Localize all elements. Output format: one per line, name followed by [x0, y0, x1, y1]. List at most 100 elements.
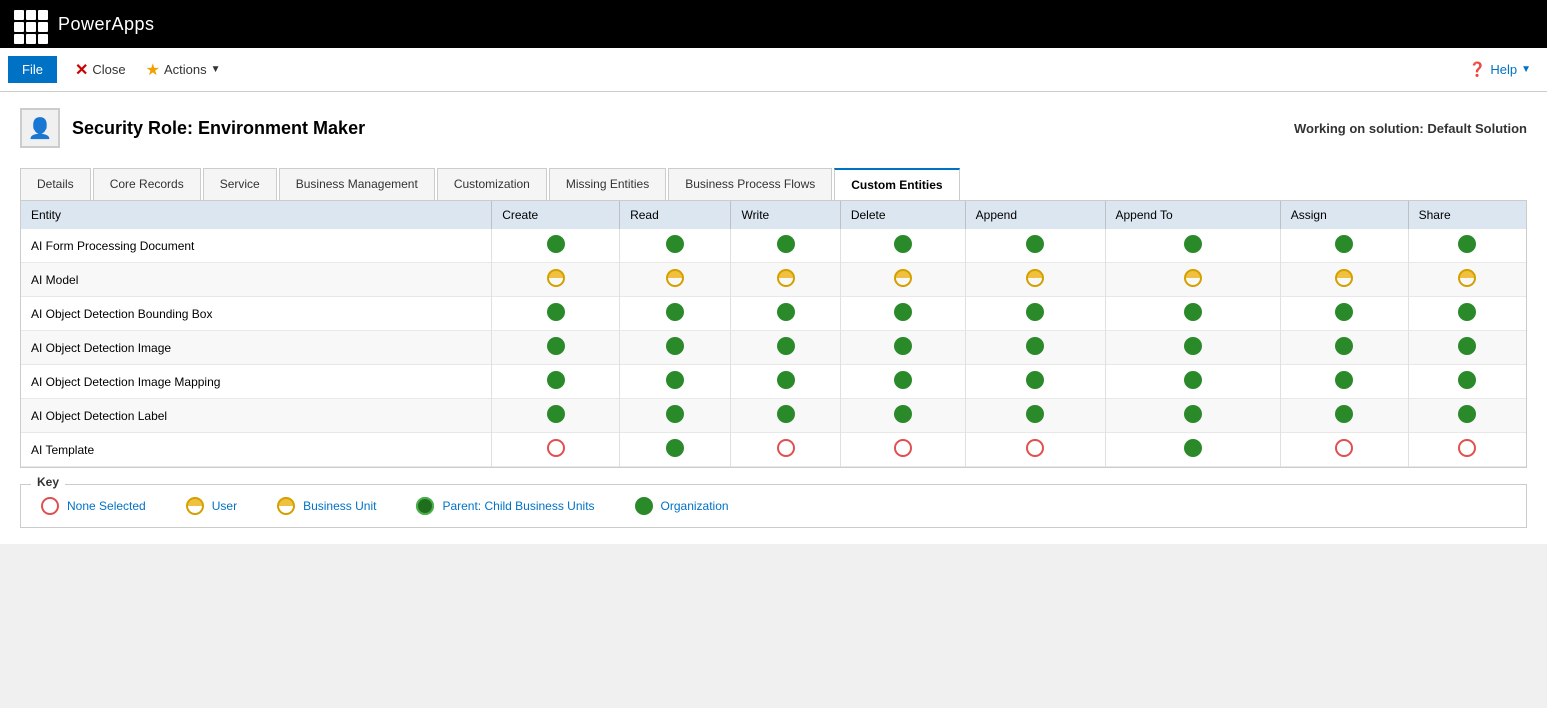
perm-cell[interactable] [1408, 365, 1526, 399]
perm-cell[interactable] [731, 399, 840, 433]
perm-cell[interactable] [731, 433, 840, 467]
perm-cell[interactable] [840, 331, 965, 365]
user-perm-icon [1184, 269, 1202, 287]
org-perm-icon [666, 235, 684, 253]
tab-business-management[interactable]: Business Management [279, 168, 435, 200]
org-perm-icon [1184, 303, 1202, 321]
perm-cell[interactable] [1280, 297, 1408, 331]
perm-cell[interactable] [620, 331, 731, 365]
perm-cell[interactable] [620, 297, 731, 331]
entity-name: AI Object Detection Label [21, 399, 492, 433]
tab-missing-entities[interactable]: Missing Entities [549, 168, 666, 200]
actions-star-icon: ★ [146, 60, 160, 80]
perm-cell[interactable] [840, 399, 965, 433]
perm-cell[interactable] [731, 365, 840, 399]
perm-cell[interactable] [492, 433, 620, 467]
perm-cell[interactable] [731, 331, 840, 365]
perm-cell[interactable] [1105, 331, 1280, 365]
none-selected-icon [894, 439, 912, 457]
perm-cell[interactable] [620, 229, 731, 263]
perm-cell[interactable] [1105, 433, 1280, 467]
perm-cell[interactable] [1105, 365, 1280, 399]
perm-cell[interactable] [620, 263, 731, 297]
user-perm-icon [1335, 269, 1353, 287]
help-button[interactable]: ❓ Help ▼ [1461, 57, 1539, 82]
org-perm-icon [1026, 371, 1044, 389]
perm-cell[interactable] [840, 263, 965, 297]
perm-cell[interactable] [731, 263, 840, 297]
perm-cell[interactable] [1408, 297, 1526, 331]
tab-customization[interactable]: Customization [437, 168, 547, 200]
perm-cell[interactable] [1105, 229, 1280, 263]
top-bar: PowerApps [0, 0, 1547, 48]
perm-cell[interactable] [840, 365, 965, 399]
perm-cell[interactable] [840, 433, 965, 467]
org-perm-icon [894, 235, 912, 253]
user-perm-icon [186, 497, 204, 515]
perm-cell[interactable] [1408, 331, 1526, 365]
key-org: Organization [635, 497, 729, 515]
table-row: AI Form Processing Document [21, 229, 1526, 263]
perm-cell[interactable] [965, 297, 1105, 331]
entity-name: AI Model [21, 263, 492, 297]
table-header-row: Entity Create Read Write Delete Append A… [21, 201, 1526, 229]
perm-cell[interactable] [965, 331, 1105, 365]
tab-core-records[interactable]: Core Records [93, 168, 201, 200]
table-row: AI Object Detection Label [21, 399, 1526, 433]
perm-cell[interactable] [965, 433, 1105, 467]
perm-cell[interactable] [1280, 229, 1408, 263]
perm-cell[interactable] [1280, 365, 1408, 399]
perm-cell[interactable] [965, 263, 1105, 297]
table-container[interactable]: Entity Create Read Write Delete Append A… [20, 201, 1527, 468]
perm-cell[interactable] [731, 229, 840, 263]
perm-cell[interactable] [1408, 399, 1526, 433]
perm-cell[interactable] [840, 229, 965, 263]
perm-cell[interactable] [492, 399, 620, 433]
perm-cell[interactable] [1105, 399, 1280, 433]
none-selected-icon [547, 439, 565, 457]
perm-cell[interactable] [1408, 263, 1526, 297]
tab-custom-entities[interactable]: Custom Entities [834, 168, 959, 200]
perm-cell[interactable] [1408, 433, 1526, 467]
org-perm-icon [777, 405, 795, 423]
tab-details[interactable]: Details [20, 168, 91, 200]
perm-cell[interactable] [620, 399, 731, 433]
perm-cell[interactable] [1105, 263, 1280, 297]
perm-cell[interactable] [731, 297, 840, 331]
perm-cell[interactable] [1280, 263, 1408, 297]
col-append: Append [965, 201, 1105, 229]
perm-cell[interactable] [492, 263, 620, 297]
org-perm-icon [777, 337, 795, 355]
perm-cell[interactable] [1105, 297, 1280, 331]
close-button[interactable]: ✕ Close [67, 56, 134, 84]
col-delete: Delete [840, 201, 965, 229]
perm-cell[interactable] [965, 399, 1105, 433]
actions-button[interactable]: ★ Actions ▼ [138, 56, 229, 84]
perm-cell[interactable] [620, 365, 731, 399]
content-area: 👤 Security Role: Environment Maker Worki… [0, 92, 1547, 544]
perm-cell[interactable] [965, 229, 1105, 263]
org-perm-icon [547, 235, 565, 253]
org-perm-icon [666, 405, 684, 423]
perm-cell[interactable] [840, 297, 965, 331]
perm-cell[interactable] [492, 331, 620, 365]
perm-cell[interactable] [620, 433, 731, 467]
tab-service[interactable]: Service [203, 168, 277, 200]
col-share: Share [1408, 201, 1526, 229]
waffle-icon[interactable] [10, 6, 46, 42]
perm-cell[interactable] [492, 229, 620, 263]
file-button[interactable]: File [8, 56, 57, 83]
tab-business-process-flows[interactable]: Business Process Flows [668, 168, 832, 200]
org-perm-icon [666, 371, 684, 389]
perm-cell[interactable] [1280, 399, 1408, 433]
org-perm-icon [894, 405, 912, 423]
perm-cell[interactable] [492, 365, 620, 399]
perm-cell[interactable] [1280, 433, 1408, 467]
perm-cell[interactable] [965, 365, 1105, 399]
perm-cell[interactable] [1280, 331, 1408, 365]
perm-cell[interactable] [492, 297, 620, 331]
key-business-unit: Business Unit [277, 497, 376, 515]
perm-cell[interactable] [1408, 229, 1526, 263]
page-header-left: 👤 Security Role: Environment Maker [20, 108, 365, 148]
parent-perm-icon [416, 497, 434, 515]
